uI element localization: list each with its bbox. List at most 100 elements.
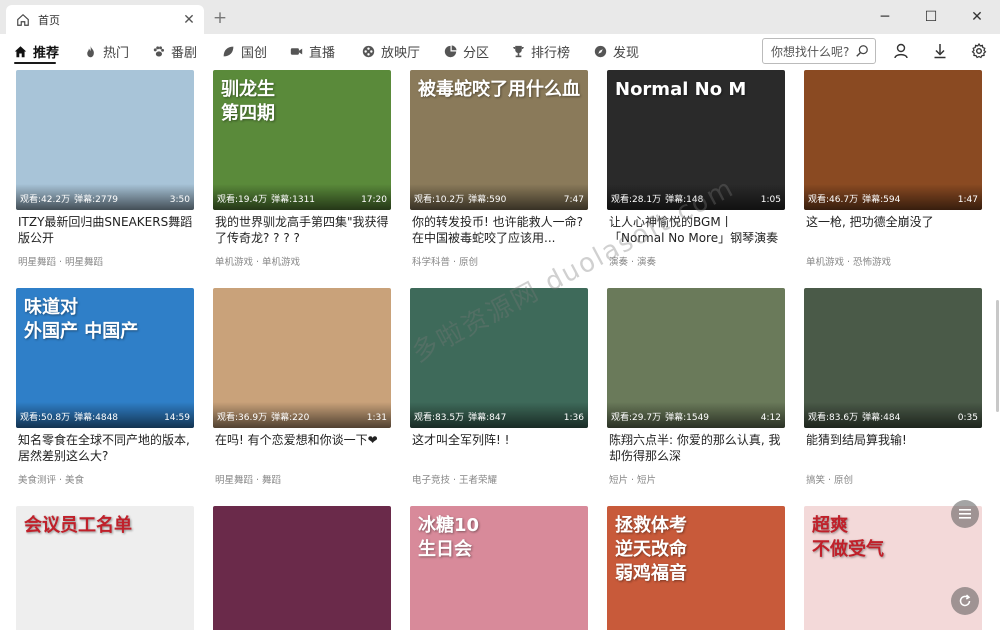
active-tab-underline (14, 62, 56, 64)
user-button[interactable] (890, 40, 912, 62)
video-thumbnail[interactable]: 观看:83.6万 弹幕:484 0:35 (804, 288, 982, 428)
view-count: 观看:10.2万 (414, 195, 465, 205)
video-title[interactable]: ITZY最新回归曲SNEAKERS舞蹈版公开 (16, 214, 194, 246)
video-thumbnail[interactable]: 会议员工名单 (16, 506, 194, 630)
danmaku-count: 弹幕:590 (468, 195, 507, 205)
video-duration: 14:59 (164, 413, 190, 423)
download-button[interactable] (929, 40, 951, 62)
video-grid: 观看:42.2万 弹幕:2779 3:50 ITZY最新回归曲SNEAKERS舞蹈版公… (0, 68, 1000, 630)
home-icon (14, 45, 27, 57)
video-card[interactable]: 驯龙生 第四期观看:19.4万 弹幕:1311 17:20 我的世界驯龙高手第四集"我… (213, 70, 391, 268)
nav-item-label: 放映厅 (381, 45, 421, 61)
nav-item-guochuang[interactable]: 国创 (222, 34, 267, 68)
video-card[interactable]: 观看:46.7万 弹幕:594 1:47 这一枪, 把功德全崩没了 单机游戏 · 恐怖游… (804, 70, 982, 268)
film-icon (362, 45, 375, 57)
settings-button[interactable] (968, 40, 990, 62)
view-count: 观看:83.5万 (414, 413, 465, 423)
nav-item-hot[interactable]: 热门 (84, 34, 129, 68)
video-duration: 17:20 (361, 195, 387, 205)
nav-item-discover[interactable]: 发现 (594, 34, 639, 68)
tab-close-button[interactable]: ✕ (178, 12, 200, 28)
video-card[interactable] (213, 506, 391, 630)
video-card[interactable]: 冰糖10 生日会 (410, 506, 588, 630)
refresh-button[interactable] (951, 587, 979, 615)
maximize-button[interactable]: ☐ (908, 0, 954, 34)
video-thumbnail[interactable] (213, 506, 391, 630)
video-tags: 美食测评 · 美食 (18, 475, 85, 486)
video-stats: 观看:36.9万 弹幕:220 (217, 410, 309, 423)
scrollbar[interactable] (996, 300, 999, 412)
video-thumbnail[interactable]: 驯龙生 第四期观看:19.4万 弹幕:1311 17:20 (213, 70, 391, 210)
video-title[interactable]: 你的转发投币! 也许能救人一命? 在中国被毒蛇咬了应该用... (410, 214, 588, 246)
list-view-button[interactable] (951, 500, 979, 528)
home-icon (17, 13, 29, 26)
view-count: 观看:42.2万 (20, 195, 71, 205)
nav-item-zones[interactable]: 分区 (444, 34, 489, 68)
danmaku-count: 弹幕:220 (271, 413, 310, 423)
video-duration: 1:05 (760, 195, 781, 205)
video-thumbnail[interactable]: 拯救体考 逆天改命 弱鸡福音 (607, 506, 785, 630)
video-title[interactable]: 知名零食在全球不同产地的版本, 居然差别这么大? (16, 432, 194, 464)
thumbnail-overlay-text: 驯龙生 第四期 (221, 79, 275, 124)
new-tab-button[interactable]: + (210, 8, 230, 28)
view-count: 观看:83.6万 (808, 413, 859, 423)
nav-item-live[interactable]: 直播 (290, 34, 335, 68)
thumbnail-overlay-text: 超爽 不做受气 (812, 515, 884, 560)
video-card[interactable]: 被毒蛇咬了用什么血 观看:10.2万 弹幕:590 7:47 你的转发投币! 也许能救人… (410, 70, 588, 268)
video-title[interactable]: 这才叫全军列阵! ! (410, 432, 588, 464)
danmaku-count: 弹幕:2779 (74, 195, 119, 205)
video-thumbnail[interactable]: 观看:46.7万 弹幕:594 1:47 (804, 70, 982, 210)
video-title[interactable]: 我的世界驯龙高手第四集"我获得了传奇龙? ? ? ? (213, 214, 391, 246)
video-camera-icon (290, 47, 303, 55)
search-input[interactable]: 你想找什么呢? (762, 38, 876, 64)
video-card[interactable]: 观看:29.7万 弹幕:1549 4:12 陈翔六点半: 你爱的那么认真, 我却伤得那… (607, 288, 785, 486)
view-count: 观看:46.7万 (808, 195, 859, 205)
nav-item-cinema[interactable]: 放映厅 (362, 34, 420, 68)
video-title[interactable]: 这一枪, 把功德全崩没了 (804, 214, 982, 246)
thumbnail-overlay-text: 被毒蛇咬了用什么血 (418, 79, 580, 100)
video-thumbnail[interactable]: 冰糖10 生日会 (410, 506, 588, 630)
download-icon (934, 44, 946, 59)
danmaku-count: 弹幕:4848 (74, 413, 119, 423)
video-card[interactable]: 会议员工名单 (16, 506, 194, 630)
menu-icon (959, 509, 971, 519)
video-duration: 3:50 (169, 195, 190, 205)
video-stats: 观看:29.7万 弹幕:1549 (611, 410, 709, 423)
trophy-icon (513, 45, 524, 57)
video-card[interactable]: 观看:83.6万 弹幕:484 0:35 能猜到结局算我输! 搞笑 · 原创 (804, 288, 982, 486)
video-card[interactable]: 拯救体考 逆天改命 弱鸡福音 (607, 506, 785, 630)
view-count: 观看:50.8万 (20, 413, 71, 423)
nav-item-bangumi[interactable]: 番剧 (152, 34, 197, 68)
tab-label: 首页 (38, 13, 60, 27)
user-icon (894, 43, 908, 59)
view-count: 观看:19.4万 (217, 195, 268, 205)
video-stats: 观看:19.4万 弹幕:1311 (217, 192, 315, 205)
video-duration: 1:36 (563, 413, 584, 423)
video-title[interactable]: 陈翔六点半: 你爱的那么认真, 我却伤得那么深 (607, 432, 785, 464)
video-thumbnail[interactable]: 观看:42.2万 弹幕:2779 3:50 (16, 70, 194, 210)
search-icon[interactable] (855, 44, 869, 58)
video-duration: 1:31 (366, 413, 387, 423)
video-duration: 4:12 (760, 413, 781, 423)
video-stats: 观看:10.2万 弹幕:590 (414, 192, 506, 205)
nav-item-ranking[interactable]: 排行榜 (512, 34, 570, 68)
video-thumbnail[interactable]: 观看:29.7万 弹幕:1549 4:12 (607, 288, 785, 428)
video-title[interactable]: 在吗! 有个恋爱想和你谈一下❤ (213, 432, 391, 464)
video-card[interactable]: 观看:36.9万 弹幕:220 1:31 在吗! 有个恋爱想和你谈一下❤ 明星舞蹈 · … (213, 288, 391, 486)
nav-item-label: 排行榜 (531, 45, 571, 61)
minimize-button[interactable]: ─ (862, 0, 908, 34)
danmaku-count: 弹幕:847 (468, 413, 507, 423)
video-title[interactable]: 能猜到结局算我输! (804, 432, 982, 464)
video-thumbnail[interactable]: 被毒蛇咬了用什么血 观看:10.2万 弹幕:590 7:47 (410, 70, 588, 210)
thumbnail-overlay-text: 味道对 外国产 中国产 (24, 297, 139, 342)
nav-item-label: 发现 (613, 45, 640, 61)
video-thumbnail[interactable]: 观看:36.9万 弹幕:220 1:31 (213, 288, 391, 428)
video-tags: 短片 · 短片 (609, 475, 657, 486)
video-card[interactable]: 味道对 外国产 中国产观看:50.8万 弹幕:4848 14:59 知名零食在全球不同… (16, 288, 194, 486)
paw-icon (153, 45, 165, 57)
video-card[interactable]: 观看:42.2万 弹幕:2779 3:50 ITZY最新回归曲SNEAKERS舞蹈版公… (16, 70, 194, 268)
video-stats: 观看:50.8万 弹幕:4848 (20, 410, 118, 423)
video-thumbnail[interactable]: 味道对 外国产 中国产观看:50.8万 弹幕:4848 14:59 (16, 288, 194, 428)
browser-tab[interactable]: 首页 ✕ (6, 5, 204, 34)
close-window-button[interactable]: ✕ (954, 0, 1000, 34)
